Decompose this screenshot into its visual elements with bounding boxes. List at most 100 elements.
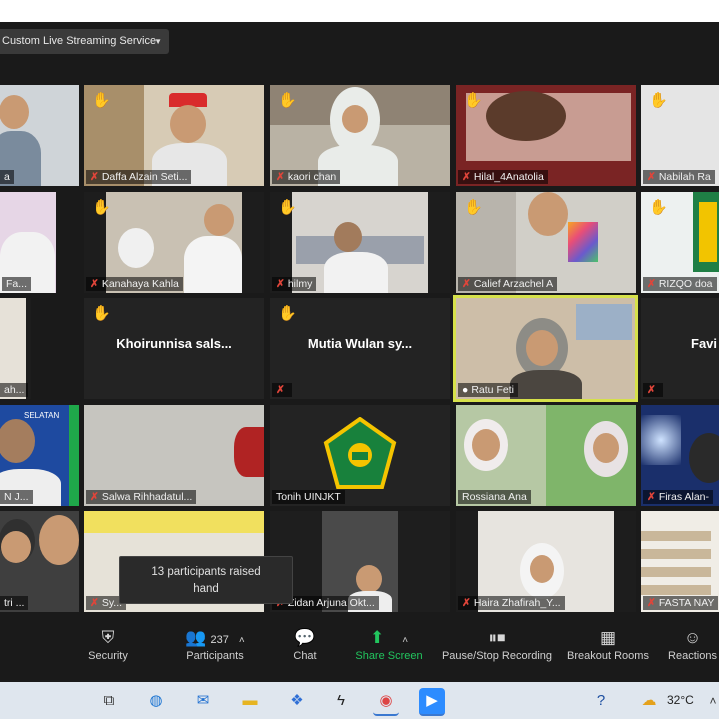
participant-name-text: hilmy — [287, 278, 313, 290]
participant-name: ✗ Daffa Alzain Seti... — [86, 170, 192, 184]
edge-browser-icon[interactable]: ◍ — [143, 688, 169, 714]
participant-name-text: Hilal_4Anatolia — [473, 171, 544, 183]
video-tile[interactable]: ah... — [0, 298, 31, 399]
participant-name: ✗ Firas Alan- — [643, 490, 713, 504]
participant-name: ✗ kaori chan — [272, 170, 341, 184]
participant-name: ✗ Calief Arzachel A — [458, 277, 558, 291]
muted-mic-icon: ✗ — [462, 171, 471, 183]
video-tile[interactable]: Fa... — [0, 192, 56, 293]
dropbox-icon[interactable]: ❖ — [284, 688, 310, 714]
help-icon[interactable]: ? — [588, 688, 614, 714]
participant-name-text: Kanahaya Kahla — [101, 278, 179, 290]
participant-name: ✗ hilmy — [272, 277, 317, 291]
shield-icon: ⛨ — [101, 628, 115, 647]
chevron-up-icon[interactable]: ˄ — [700, 688, 719, 714]
participant-name-text: FASTA NAY — [658, 597, 715, 609]
participant-name-text: Rossiana Ana — [462, 491, 527, 503]
breakout-rooms-button[interactable]: ▦ Breakout Rooms — [565, 622, 651, 682]
video-tile[interactable]: ✗ Firas Alan- — [641, 405, 719, 506]
video-tile[interactable]: Tonih UINJKT — [270, 405, 450, 506]
task-view-icon[interactable]: ⧉ — [96, 688, 122, 714]
raised-hand-icon: ✋ — [649, 92, 668, 109]
zoom-window: Custom Live Streaming Service ▼ a ✋ ✗ Daf… — [0, 22, 719, 682]
reactions-button[interactable]: ☺ Reactions — [666, 622, 719, 682]
video-tile[interactable]: ✋ Khoirunnisa sals... — [84, 298, 264, 399]
participant-name-text: Salwa Rihhadatul... — [101, 491, 193, 503]
participants-label: Participants — [186, 650, 244, 662]
app-lightning-icon[interactable]: ϟ — [328, 688, 354, 714]
muted-mic-icon: ✗ — [647, 278, 656, 290]
participant-name: Fa... — [2, 277, 32, 291]
security-button[interactable]: ⛨ Security — [82, 622, 134, 682]
share-screen-button[interactable]: ⬆ ˄ Share Screen — [350, 622, 428, 682]
video-tile[interactable]: ✋ ✗ kaori chan — [270, 85, 450, 186]
video-tile[interactable]: ✋ ✗ RIZQO doa — [641, 192, 719, 293]
participant-name: N J... — [0, 490, 33, 504]
participant-display-name: Khoirunnisa sals... — [116, 336, 232, 351]
participant-name-text: Zidan Arjuna Okt... — [287, 597, 375, 609]
raised-hand-icon: ✋ — [92, 199, 111, 216]
muted-mic-icon: ✗ — [276, 171, 285, 183]
muted-mic-icon: ✗ — [90, 278, 99, 290]
video-tile-active-speaker[interactable]: ● Ratu Feti — [453, 295, 638, 402]
video-tile[interactable]: ✗ Salwa Rihhadatul... — [84, 405, 264, 506]
video-tile[interactable]: ✗Zidan Arjuna Okt... — [270, 511, 450, 612]
raised-hand-icon: ✋ — [92, 92, 111, 109]
participants-icon: 👥 237 ˄ — [185, 628, 245, 647]
video-tile[interactable]: a — [0, 85, 79, 186]
meeting-toolbar: ⛨ Security 👥 237 ˄ Participants 💬 Chat ⬆ ˄ … — [0, 622, 719, 682]
muted-mic-icon: ✗ — [276, 278, 285, 290]
participant-name-text: Firas Alan- — [658, 491, 709, 503]
weather-icon[interactable]: ☁ — [636, 688, 662, 714]
muted-mic-icon: ✗ — [276, 384, 285, 396]
chat-bubble-icon: 💬 — [294, 628, 316, 647]
participant-name-text: Calief Arzachel A — [473, 278, 554, 290]
raised-hand-icon: ✋ — [278, 199, 297, 216]
raised-hand-icon: ✋ — [649, 199, 668, 216]
video-tile[interactable]: Rossiana Ana — [456, 405, 636, 506]
video-tile[interactable]: ✋ ✗ Kanahaya Kahla — [84, 192, 264, 293]
temperature: 32°C — [667, 693, 694, 707]
share-screen-icon: ⬆ ˄ — [369, 628, 409, 647]
video-tile[interactable]: ✗ FASTA NAY — [641, 511, 719, 612]
participant-name: ✗ RIZQO doa — [643, 277, 717, 291]
participant-name: tri ... — [0, 596, 29, 610]
file-explorer-icon[interactable]: ▬ — [237, 688, 263, 714]
zoom-app-icon[interactable]: ▶ — [419, 688, 445, 716]
muted-mic-icon: ✗ — [462, 597, 471, 609]
banner-text: SELATAN — [24, 411, 60, 420]
video-tile[interactable]: ✋ ✗ Daffa Alzain Seti... — [84, 85, 264, 186]
participant-name: Tonih UINJKT — [272, 490, 345, 504]
video-tile[interactable]: ✗ Haira Zhafirah_Y... — [456, 511, 636, 612]
reactions-label: Reactions — [668, 650, 717, 662]
video-tile[interactable]: SELATAN N J... — [0, 405, 79, 506]
video-tile[interactable]: ✋ ✗ hilmy — [270, 192, 450, 293]
breakout-rooms-label: Breakout Rooms — [567, 650, 649, 662]
participant-count: 237 — [210, 634, 229, 646]
participant-name-text: Haira Zhafirah_Y... — [473, 597, 561, 609]
live-streaming-menu[interactable]: Custom Live Streaming Service ▼ — [0, 29, 169, 54]
top-strip — [0, 0, 719, 22]
chrome-icon[interactable]: ◉ — [373, 688, 399, 716]
chat-button[interactable]: 💬 Chat — [285, 622, 325, 682]
participant-name-text: RIZQO doa — [658, 278, 713, 290]
mail-icon[interactable]: ✉ — [190, 688, 216, 714]
security-label: Security — [88, 650, 128, 662]
video-tile[interactable]: Favi ✗ — [641, 298, 719, 399]
pause-stop-recording-button[interactable]: ⏸⏹ Pause/Stop Recording — [440, 622, 554, 682]
participants-button[interactable]: 👥 237 ˄ Participants — [170, 622, 260, 682]
video-tile[interactable]: ✋ Mutia Wulan sy... ✗ — [270, 298, 450, 399]
muted-mic-icon: ✗ — [462, 278, 471, 290]
video-tile[interactable]: ✋ ✗ Hilal_4Anatolia — [456, 85, 636, 186]
chat-label: Chat — [293, 650, 317, 662]
participant-name: ✗ Nabilah Ra — [643, 170, 715, 184]
participant-name: ✗ Hilal_4Anatolia — [458, 170, 548, 184]
smiley-icon: ☺ — [683, 628, 702, 647]
video-tile[interactable]: ✋ ✗ Calief Arzachel A — [456, 192, 636, 293]
participant-name-text: Nabilah Ra — [658, 171, 711, 183]
video-tile[interactable]: tri ... — [0, 511, 79, 612]
video-tile[interactable]: ✋ ✗ Nabilah Ra — [641, 85, 719, 186]
participant-name: ah... — [0, 383, 29, 397]
muted-mic-icon: ✗ — [90, 491, 99, 503]
pause-stop-icon: ⏸⏹ — [488, 628, 506, 647]
